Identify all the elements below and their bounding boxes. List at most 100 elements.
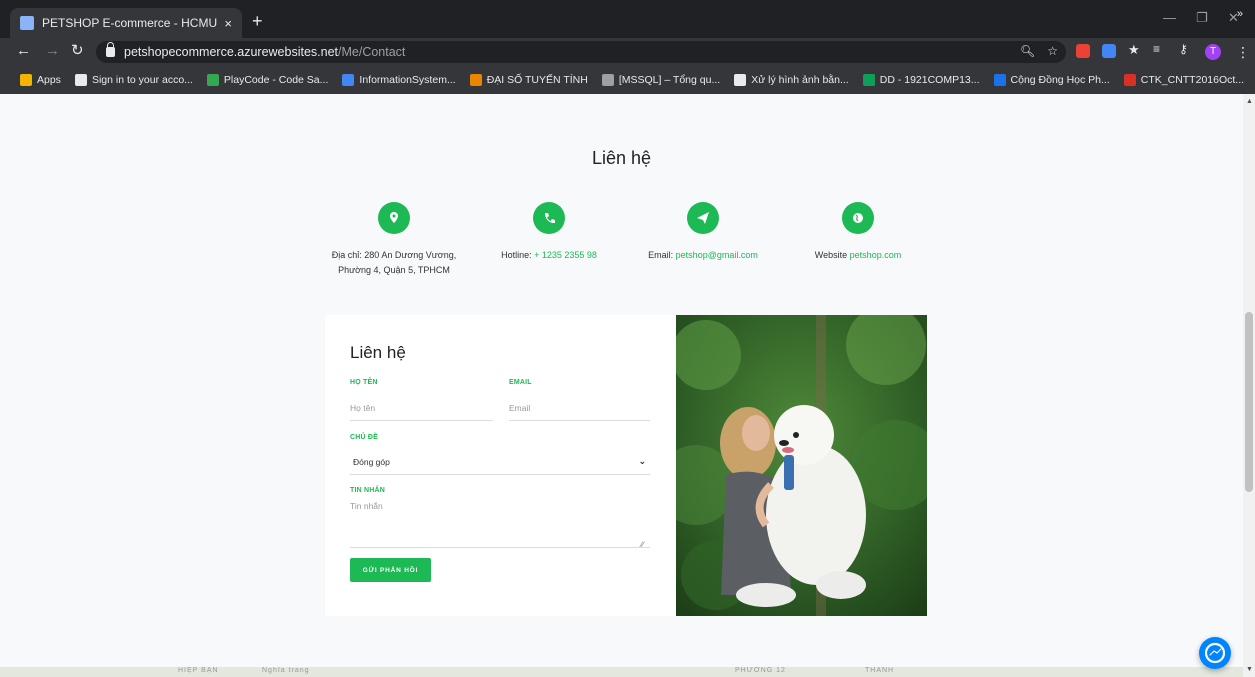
website-label: Website: [814, 250, 848, 260]
new-tab-icon[interactable]: +: [252, 12, 263, 30]
submit-feedback-button[interactable]: GỬI PHẢN HỒI: [350, 558, 431, 582]
hotline-label: Hotline:: [501, 250, 532, 260]
contact-form-card: Liên hệ HỌ TÊN EMAIL CHỦ ĐỀ Đóng góp ⌄ T…: [325, 315, 677, 616]
scrollbar-thumb[interactable]: [1245, 312, 1253, 492]
maximize-icon[interactable]: ❐: [1196, 10, 1208, 26]
bookmark-label: PlayCode - Code Sa...: [223, 74, 329, 86]
scroll-down-icon[interactable]: ▼: [1246, 666, 1253, 673]
resize-handle-icon[interactable]: ∕∕: [641, 540, 644, 549]
messenger-chat-button[interactable]: [1199, 637, 1231, 669]
minimize-icon[interactable]: —: [1163, 10, 1176, 25]
bookmark-item[interactable]: Xử lý hình ảnh bằn...: [734, 74, 849, 86]
browser-toolbar: ← → ↻ petshopecommerce.azurewebsites.net…: [0, 38, 1255, 66]
bookmark-item[interactable]: InformationSystem...: [342, 74, 456, 86]
message-label: TIN NHẮN: [350, 487, 386, 494]
phone-icon: [533, 202, 565, 234]
lock-icon: [106, 42, 115, 57]
tab-close-icon[interactable]: ×: [224, 16, 232, 31]
forward-icon[interactable]: →: [45, 43, 60, 59]
woman-with-dog-photo: [676, 315, 927, 616]
bookmark-favicon-icon: [993, 74, 1006, 86]
bookmark-favicon-icon: [74, 74, 87, 86]
bookmark-item[interactable]: PlayCode - Code Sa...: [206, 74, 329, 86]
email-value[interactable]: petshop@gmail.com: [676, 250, 758, 260]
tab-title: PETSHOP E-commerce - HCMUE: [42, 16, 219, 30]
map-label: THÀNH: [865, 667, 895, 674]
reload-icon[interactable]: ↻: [71, 43, 84, 59]
bookmark-favicon-icon: [206, 74, 219, 86]
browser-tab[interactable]: PETSHOP E-commerce - HCMUE ×: [10, 8, 242, 38]
translate-extension-icon[interactable]: [1102, 44, 1116, 58]
bookmark-label: Apps: [37, 74, 61, 86]
address-bar[interactable]: petshopecommerce.azurewebsites.net /Me/C…: [96, 41, 1066, 63]
reading-list-icon[interactable]: ≡: [1153, 42, 1167, 56]
messenger-icon: [1204, 642, 1226, 664]
name-input[interactable]: [350, 395, 493, 421]
form-title: Liên hệ: [350, 343, 406, 362]
email-label: Email:: [648, 250, 674, 260]
bookmarks-bar: Apps Sign in to your acco... PlayCode - Co…: [0, 66, 1255, 94]
subject-selected-value: Đóng góp: [353, 456, 390, 467]
bookmark-item[interactable]: [MSSQL] – Tổng qu...: [601, 74, 721, 86]
bookmark-item[interactable]: DD - 1921COMP13...: [862, 74, 980, 86]
profile-avatar[interactable]: T: [1205, 44, 1221, 60]
paper-plane-icon: [687, 202, 719, 234]
subject-label: CHỦ ĐỀ: [350, 434, 379, 441]
address-label: Địa chỉ:: [331, 250, 362, 260]
url-host: petshopecommerce.azurewebsites.net: [124, 45, 339, 59]
bookmarks-more-icon[interactable]: »: [1237, 8, 1243, 20]
map-label: HIỆP BẠN: [178, 667, 219, 674]
map-label: PHƯỜNG 12: [735, 667, 786, 674]
bookmark-item[interactable]: Sign in to your acco...: [74, 74, 193, 86]
map-pin-icon: [378, 202, 410, 234]
scroll-up-icon[interactable]: ▲: [1246, 98, 1253, 105]
extension-icon[interactable]: [1076, 44, 1090, 58]
menu-kebab-icon[interactable]: ⋮: [1236, 44, 1250, 61]
email-field-label: EMAIL: [509, 379, 532, 386]
website-info: Website petshop.com: [778, 202, 938, 263]
bookmark-label: Sign in to your acco...: [91, 74, 193, 86]
chevron-down-icon: ⌄: [638, 456, 646, 466]
extensions-puzzle-icon[interactable]: ★: [1128, 42, 1142, 57]
bookmark-label: DD - 1921COMP13...: [879, 74, 980, 86]
message-textarea[interactable]: [350, 501, 650, 548]
bookmark-label: ĐẠI SỐ TUYẾN TÍNH: [486, 74, 588, 86]
bookmark-favicon-icon: [1123, 74, 1136, 86]
bookmark-item[interactable]: ĐẠI SỐ TUYẾN TÍNH: [469, 74, 588, 86]
key-icon[interactable]: ⚷: [1179, 42, 1193, 56]
name-label: HỌ TÊN: [350, 379, 378, 386]
hotline-value[interactable]: + 1235 2355 98: [534, 250, 597, 260]
map-preview-strip[interactable]: HIỆP BẠN Nghĩa trang PHƯỜNG 12 THÀNH: [0, 667, 1243, 677]
bookmark-item[interactable]: Apps: [20, 74, 61, 86]
url-path: /Me/Contact: [338, 45, 406, 59]
bookmark-label: InformationSystem...: [359, 74, 456, 86]
subject-select[interactable]: Đóng góp ⌄: [350, 449, 650, 475]
bookmark-label: CTK_CNTT2016Oct...: [1140, 74, 1245, 86]
bookmark-label: Xử lý hình ảnh bằn...: [751, 74, 849, 86]
website-value[interactable]: petshop.com: [850, 250, 902, 260]
address-line2: Phường 4, Quận 5, TPHCM: [338, 265, 450, 275]
apps-grid-icon: [20, 74, 32, 86]
bookmark-star-icon[interactable]: ☆: [1047, 44, 1058, 58]
page-viewport: Liên hệ Địa chỉ: 280 An Dương Vương, Phư…: [0, 94, 1243, 677]
zoom-icon[interactable]: 🔍︎: [1020, 44, 1035, 58]
address-info: Địa chỉ: 280 An Dương Vương, Phường 4, Q…: [314, 202, 474, 278]
hotline-info: Hotline: + 1235 2355 98: [469, 202, 629, 263]
email-info: Email: petshop@gmail.com: [623, 202, 783, 263]
globe-icon: [842, 202, 874, 234]
bookmark-item[interactable]: CTK_CNTT2016Oct...: [1123, 74, 1245, 86]
bookmark-favicon-icon: [862, 74, 875, 86]
back-icon[interactable]: ←: [16, 43, 31, 59]
bookmark-label: [MSSQL] – Tổng qu...: [618, 74, 721, 86]
bookmark-favicon-icon: [469, 74, 482, 86]
bookmark-label: Cộng Đồng Học Ph...: [1010, 74, 1110, 86]
bookmark-favicon-icon: [734, 74, 747, 86]
address-line1: 280 An Dương Vương,: [364, 250, 457, 260]
email-input[interactable]: [509, 395, 650, 421]
page-scrollbar[interactable]: ▲ ▼: [1243, 94, 1255, 677]
page-title: Liên hệ: [591, 148, 652, 168]
page-favicon-icon: [20, 16, 34, 30]
bookmark-favicon-icon: [601, 74, 614, 86]
browser-tab-bar: PETSHOP E-commerce - HCMUE × + — ❐ ✕: [0, 0, 1255, 38]
bookmark-item[interactable]: Cộng Đồng Học Ph...: [993, 74, 1110, 86]
